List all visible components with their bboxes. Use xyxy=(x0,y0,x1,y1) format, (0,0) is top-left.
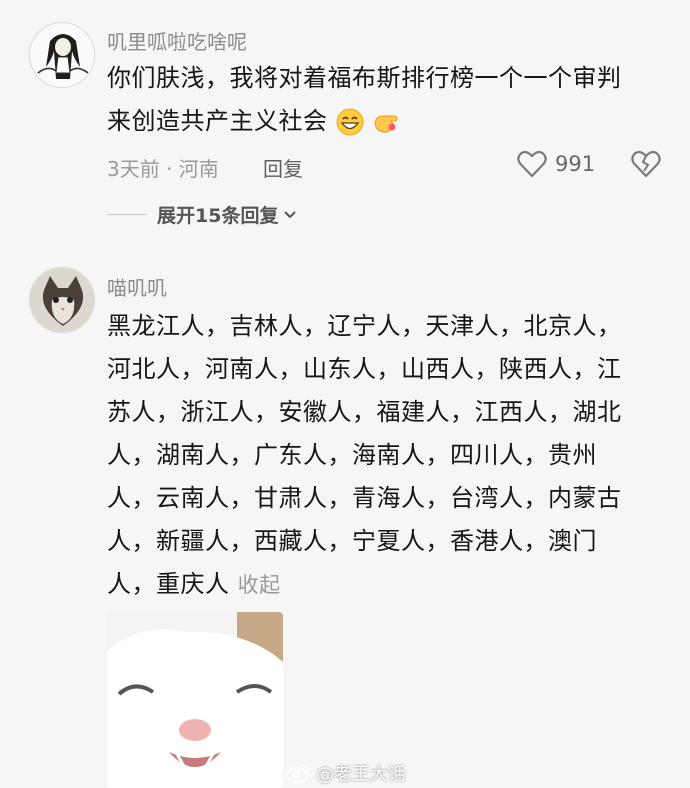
divider-line xyxy=(107,214,147,215)
like-button[interactable]: 991 xyxy=(517,150,595,178)
user-avatar[interactable] xyxy=(29,22,95,88)
watermark-text: @老王大话 xyxy=(316,764,406,785)
reply-button[interactable]: 回复 xyxy=(263,153,303,182)
user-avatar[interactable] xyxy=(29,267,95,333)
comment-text-line: 人，新疆人，西藏人，宁夏人，香港人，澳门 xyxy=(107,527,597,555)
comment-text: 黑龙江人，吉林人，辽宁人，天津人，北京人， 河北人，河南人，山东人，山西人，陕西… xyxy=(107,305,677,607)
anime-girl-avatar-icon xyxy=(30,23,94,87)
comment-text-last-line: 人，重庆人 收起 xyxy=(107,563,677,607)
smiling-cat-sticker-icon xyxy=(107,612,283,788)
comment-thread: 叽里呱啦吃啥呢 你们肤浅，我将对着福布斯排行榜一个一个审判 来创造共产主义社会 … xyxy=(0,0,690,788)
comment-text-line: 人，湖南人，广东人，海南人，四川人，贵州 xyxy=(107,441,597,469)
dislike-button[interactable] xyxy=(631,150,661,182)
expand-replies-label: 展开15条回复 xyxy=(157,205,279,227)
comment-text-line-2: 来创造共产主义社会 xyxy=(107,100,677,143)
expand-replies-button[interactable]: 展开15条回复 xyxy=(107,201,298,228)
chevron-down-icon xyxy=(284,210,297,218)
heart-icon xyxy=(517,150,547,178)
comment-text-line: 黑龙江人，吉林人，辽宁人，天津人，北京人， xyxy=(107,312,622,340)
comment-text-line: 人，云南人，甘肃人，青海人，台湾人，内蒙古 xyxy=(107,484,622,512)
comment-text-line: 苏人，浙江人，安徽人，福建人，江西人，湖北 xyxy=(107,398,622,426)
comment-text-segment: 人，重庆人 xyxy=(107,570,230,598)
comment-text-line: 河北人，河南人，山东人，山西人，陕西人，江 xyxy=(107,355,622,383)
cat-avatar-icon xyxy=(30,268,94,332)
comment-text-segment: 来创造共产主义社会 xyxy=(107,107,328,135)
collapse-button[interactable]: 收起 xyxy=(238,573,281,597)
cat-sticker-image[interactable] xyxy=(107,612,283,788)
comment-text: 你们肤浅，我将对着福布斯排行榜一个一个审判 来创造共产主义社会 xyxy=(107,57,677,143)
pointing-hand-emoji-icon xyxy=(374,115,398,133)
broken-heart-icon xyxy=(631,150,661,178)
username[interactable]: 叽里呱啦吃啥呢 xyxy=(107,26,247,55)
grin-emoji-icon xyxy=(336,108,364,136)
comment-meta: 3天前 · 河南 xyxy=(107,157,219,181)
watermark: @老王大话 xyxy=(286,760,406,786)
username[interactable]: 喵叽叽 xyxy=(107,272,167,301)
weibo-logo-icon xyxy=(286,765,309,783)
comment-text-line: 你们肤浅，我将对着福布斯排行榜一个一个审判 xyxy=(107,64,622,92)
like-count: 991 xyxy=(555,152,596,176)
